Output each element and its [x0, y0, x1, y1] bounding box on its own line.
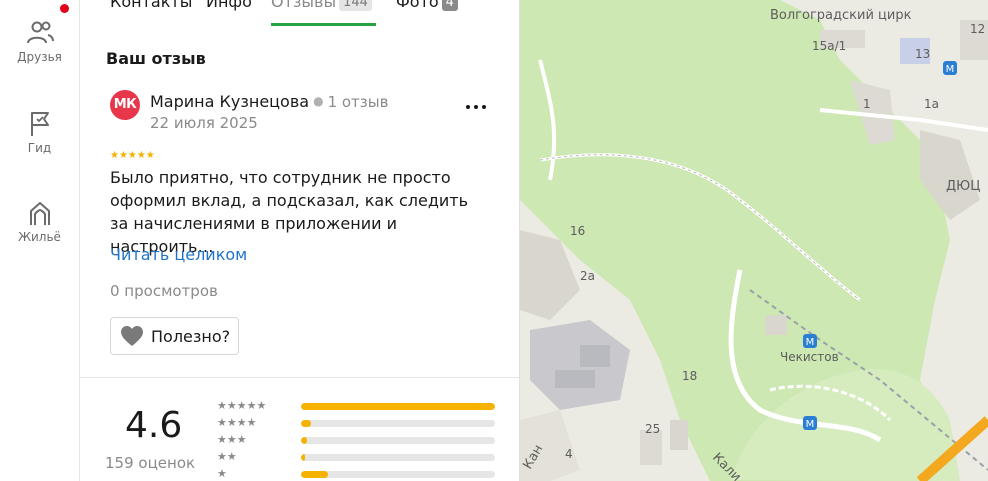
distribution-row[interactable]: ★★ — [217, 450, 497, 464]
avatar[interactable]: МК — [110, 90, 140, 120]
distribution-row[interactable]: ★★★★★ — [217, 399, 497, 413]
tab-label: Инфо — [206, 0, 252, 11]
tab-label: Фото — [396, 0, 439, 11]
review-date: 22 июля 2025 — [150, 114, 258, 132]
ratings-count: 159 оценок — [105, 454, 196, 472]
friends-icon — [26, 21, 54, 44]
active-tab-indicator — [271, 23, 376, 26]
map-label: 16 — [570, 224, 585, 238]
average-rating: 4.6 — [125, 405, 183, 446]
author-line: Марина Кузнецова ● 1 отзыв — [150, 92, 388, 111]
distribution-row[interactable]: ★★★ — [217, 433, 497, 447]
rail-item-housing[interactable]: Жильё — [0, 198, 79, 244]
distribution-bar — [301, 471, 495, 478]
section-title: Ваш отзыв — [106, 49, 206, 68]
distribution-bar — [301, 437, 495, 444]
tab-label: Отзывы — [271, 0, 337, 11]
rail-item-guide[interactable]: Гид — [0, 109, 79, 155]
map-canvas[interactable]: M M M Волгоградский цирк 15а/1 13 12 1 1… — [520, 0, 988, 481]
building — [580, 345, 610, 367]
distribution-bar-fill — [301, 471, 329, 478]
distribution-bar — [301, 454, 495, 461]
metro-station-icon[interactable]: M — [943, 61, 957, 75]
building — [555, 370, 595, 388]
tab-bar: Контакты Инфо Отзывы 144 Фото 4 — [80, 0, 519, 34]
left-rail: Друзья Гид Жильё — [0, 0, 80, 481]
metro-station-icon[interactable]: M — [803, 334, 817, 348]
distribution-stars: ★★★ — [217, 433, 247, 446]
heart-icon — [121, 326, 143, 346]
map-label: 13 — [915, 47, 930, 61]
map-label: 25 — [645, 422, 660, 436]
metro-station-icon[interactable]: M — [803, 416, 817, 430]
map-label: Чекистов — [780, 350, 839, 364]
separator-dot: ● — [313, 94, 324, 108]
map-label: 2а — [580, 269, 595, 283]
svg-text:M: M — [806, 419, 815, 430]
map-label: 4 — [565, 447, 573, 461]
building — [765, 315, 787, 335]
housing-icon — [29, 202, 50, 225]
more-dots-icon — [482, 105, 486, 109]
distribution-stars: ★★ — [217, 450, 237, 463]
map-label: 12 — [970, 22, 985, 36]
map-label: 15а/1 — [812, 39, 846, 53]
map-label: 1а — [924, 97, 939, 111]
tab-info[interactable]: Инфо — [206, 0, 252, 11]
distribution-stars: ★ — [217, 467, 227, 480]
more-dots-icon — [466, 105, 470, 109]
helpful-label: Полезно? — [151, 326, 231, 346]
rail-item-label: Гид — [27, 141, 52, 155]
tab-label: Контакты — [110, 0, 193, 11]
svg-text:M: M — [806, 337, 815, 348]
map[interactable]: M M M Волгоградский цирк 15а/1 13 12 1 1… — [520, 0, 988, 481]
distribution-bar-fill — [301, 403, 495, 410]
rail-item-label: Жильё — [18, 230, 61, 244]
building — [670, 420, 688, 450]
flag-icon — [30, 112, 49, 136]
tab-reviews[interactable]: Отзывы 144 — [271, 0, 372, 11]
tab-contacts[interactable]: Контакты — [110, 0, 192, 11]
tab-photos[interactable]: Фото 4 — [396, 0, 458, 11]
distribution-bar-fill — [301, 437, 307, 444]
distribution-row[interactable]: ★★★★ — [217, 416, 497, 430]
distribution-bar-fill — [301, 454, 305, 461]
more-options-button[interactable] — [464, 94, 488, 118]
divider — [80, 377, 519, 378]
distribution-bar-fill — [301, 420, 311, 427]
distribution-stars: ★★★★ — [217, 416, 257, 429]
tab-count-badge: 144 — [339, 0, 372, 11]
author-name[interactable]: Марина Кузнецова — [150, 92, 309, 111]
map-label: ДЮЦ — [946, 179, 980, 194]
map-label: Волгоградский цирк — [770, 8, 912, 23]
rail-item-friends[interactable]: Друзья — [0, 18, 79, 64]
distribution-bar — [301, 420, 495, 427]
read-more-link[interactable]: Читать целиком — [110, 245, 247, 264]
distribution-bar — [301, 403, 495, 410]
distribution-stars: ★★★★★ — [217, 399, 267, 412]
distribution-row[interactable]: ★ — [217, 467, 497, 481]
rail-item-label: Друзья — [17, 50, 62, 64]
review-stars: ★★★★★ — [110, 150, 155, 161]
svg-text:M: M — [946, 64, 955, 75]
organization-panel: Контакты Инфо Отзывы 144 Фото 4 Ваш отзыв … — [80, 0, 520, 481]
views-count: 0 просмотров — [110, 282, 218, 300]
more-dots-icon — [474, 105, 478, 109]
map-label: 1 — [863, 97, 871, 111]
map-label: 18 — [682, 369, 697, 383]
helpful-button[interactable]: Полезно? — [110, 317, 240, 355]
tab-count-badge: 4 — [441, 0, 458, 11]
author-review-count: 1 отзыв — [327, 93, 389, 111]
notification-dot — [60, 4, 69, 13]
